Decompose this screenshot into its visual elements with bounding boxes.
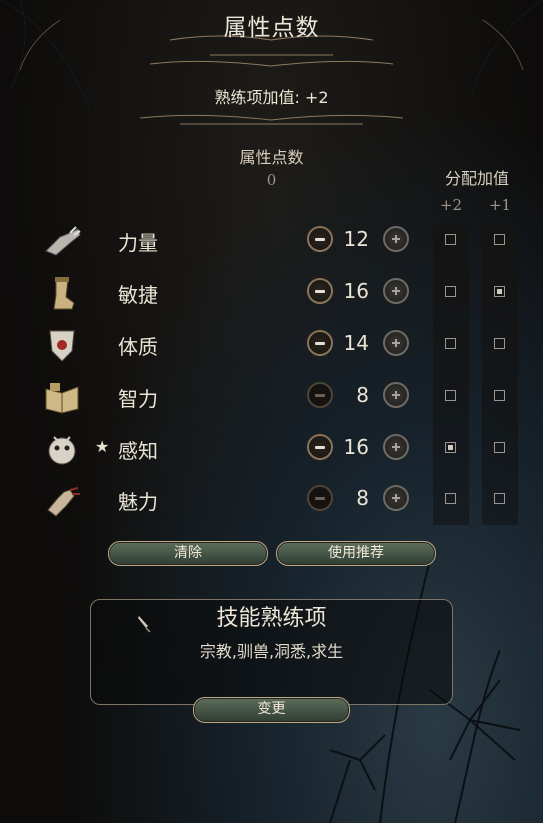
plus1-bonus-checkbox[interactable] [494,234,505,245]
page-title: 属性点数 [223,15,320,41]
increase-ability-button[interactable] [383,330,409,356]
boot-icon [53,277,75,310]
ability-score-value: 16 [343,435,369,459]
shield-heart-icon [49,330,75,362]
increase-ability-button[interactable] [383,434,409,460]
plus2-bonus-checkbox[interactable] [445,390,456,401]
ability-score-value: 8 [356,383,369,407]
owlbear-icon [48,436,76,465]
increase-ability-button[interactable] [383,226,409,252]
ability-row: 智力 8 [0,373,543,425]
hand-icon [47,487,80,517]
plus2-bonus-checkbox[interactable] [445,234,456,245]
ability-name: 敏捷 [118,283,158,307]
ability-score-value: 14 [343,331,369,355]
ability-name: 魅力 [118,490,158,514]
bonus-allocation-title: 分配加值 [444,169,509,188]
plus2-bonus-checkbox[interactable] [445,493,456,504]
decrease-ability-button[interactable] [307,434,333,460]
ability-name: 感知 [118,439,158,463]
plus1-bonus-checkbox[interactable] [494,493,505,504]
increase-ability-button[interactable] [383,485,409,511]
class-primary-star-icon: ★ [95,437,110,456]
ability-score-value: 12 [343,227,369,251]
ability-name: 体质 [118,335,158,359]
ability-row: 敏捷 16 [0,269,543,321]
ability-row: 魅力 8 [0,476,543,528]
ability-row: 体质 14 [0,321,543,373]
skill-proficiencies-title: 技能熟练项 [216,606,327,631]
decrease-ability-button[interactable] [307,278,333,304]
gauntlet-icon [45,226,81,256]
ability-score-value: 8 [356,486,369,510]
increase-ability-button[interactable] [383,382,409,408]
decrease-ability-button[interactable] [307,382,333,408]
ability-row: 力量 12 [0,217,543,269]
plus1-bonus-checkbox[interactable] [494,390,505,401]
book-icon [45,383,79,414]
ability-row: ★ 感知 16 [0,425,543,477]
plus2-bonus-checkbox[interactable] [445,442,456,453]
plus2-bonus-checkbox[interactable] [445,286,456,297]
bonus-plus1-header: +1 [488,196,512,214]
change-skills-button[interactable]: 变更 [193,697,350,723]
proficiency-bonus-label: 熟练项加值: +2 [214,88,329,107]
plus1-bonus-checkbox[interactable] [494,442,505,453]
plus1-bonus-checkbox[interactable] [494,286,505,297]
skill-proficiencies-list: 宗教,驯兽,洞悉,求生 [199,642,344,661]
decrease-ability-button[interactable] [307,330,333,356]
plus2-bonus-checkbox[interactable] [445,338,456,349]
ability-score-value: 16 [343,279,369,303]
decrease-ability-button[interactable] [307,485,333,511]
use-recommended-button[interactable]: 使用推荐 [276,541,436,566]
plus1-bonus-checkbox[interactable] [494,338,505,349]
decrease-ability-button[interactable] [307,226,333,252]
increase-ability-button[interactable] [383,278,409,304]
ability-name: 智力 [118,387,158,411]
ability-name: 力量 [118,231,158,255]
clear-button[interactable]: 清除 [108,541,268,566]
bonus-plus2-header: +2 [439,196,463,214]
